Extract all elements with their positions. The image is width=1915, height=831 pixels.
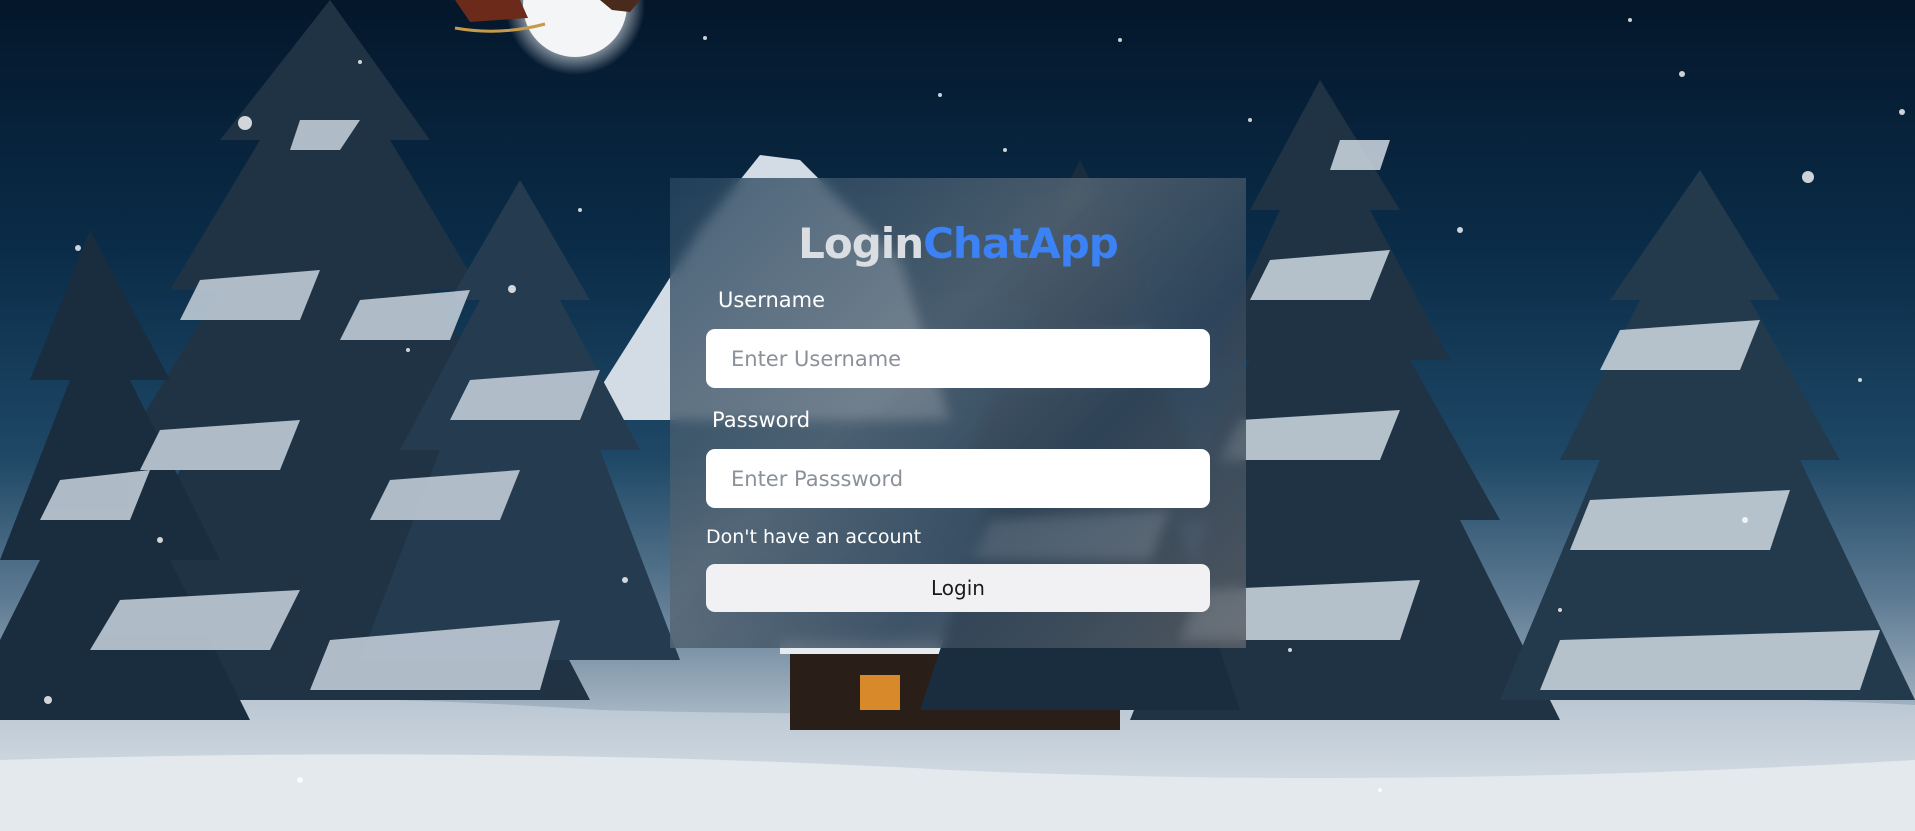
password-label: Password: [712, 408, 811, 432]
login-card: LoginChatApp Username Password Don't hav…: [670, 178, 1246, 648]
app-title: LoginChatApp: [670, 216, 1246, 272]
signup-link[interactable]: Don't have an account: [706, 524, 921, 550]
username-input[interactable]: [706, 329, 1210, 388]
password-input[interactable]: [706, 449, 1210, 508]
pine-trees-left: [0, 0, 680, 720]
username-label: Username: [718, 288, 826, 312]
login-page: LoginChatApp Username Password Don't hav…: [0, 0, 1915, 831]
title-login-text: Login: [798, 219, 924, 268]
title-chatapp-text: ChatApp: [923, 219, 1119, 268]
login-button[interactable]: Login: [706, 564, 1210, 612]
